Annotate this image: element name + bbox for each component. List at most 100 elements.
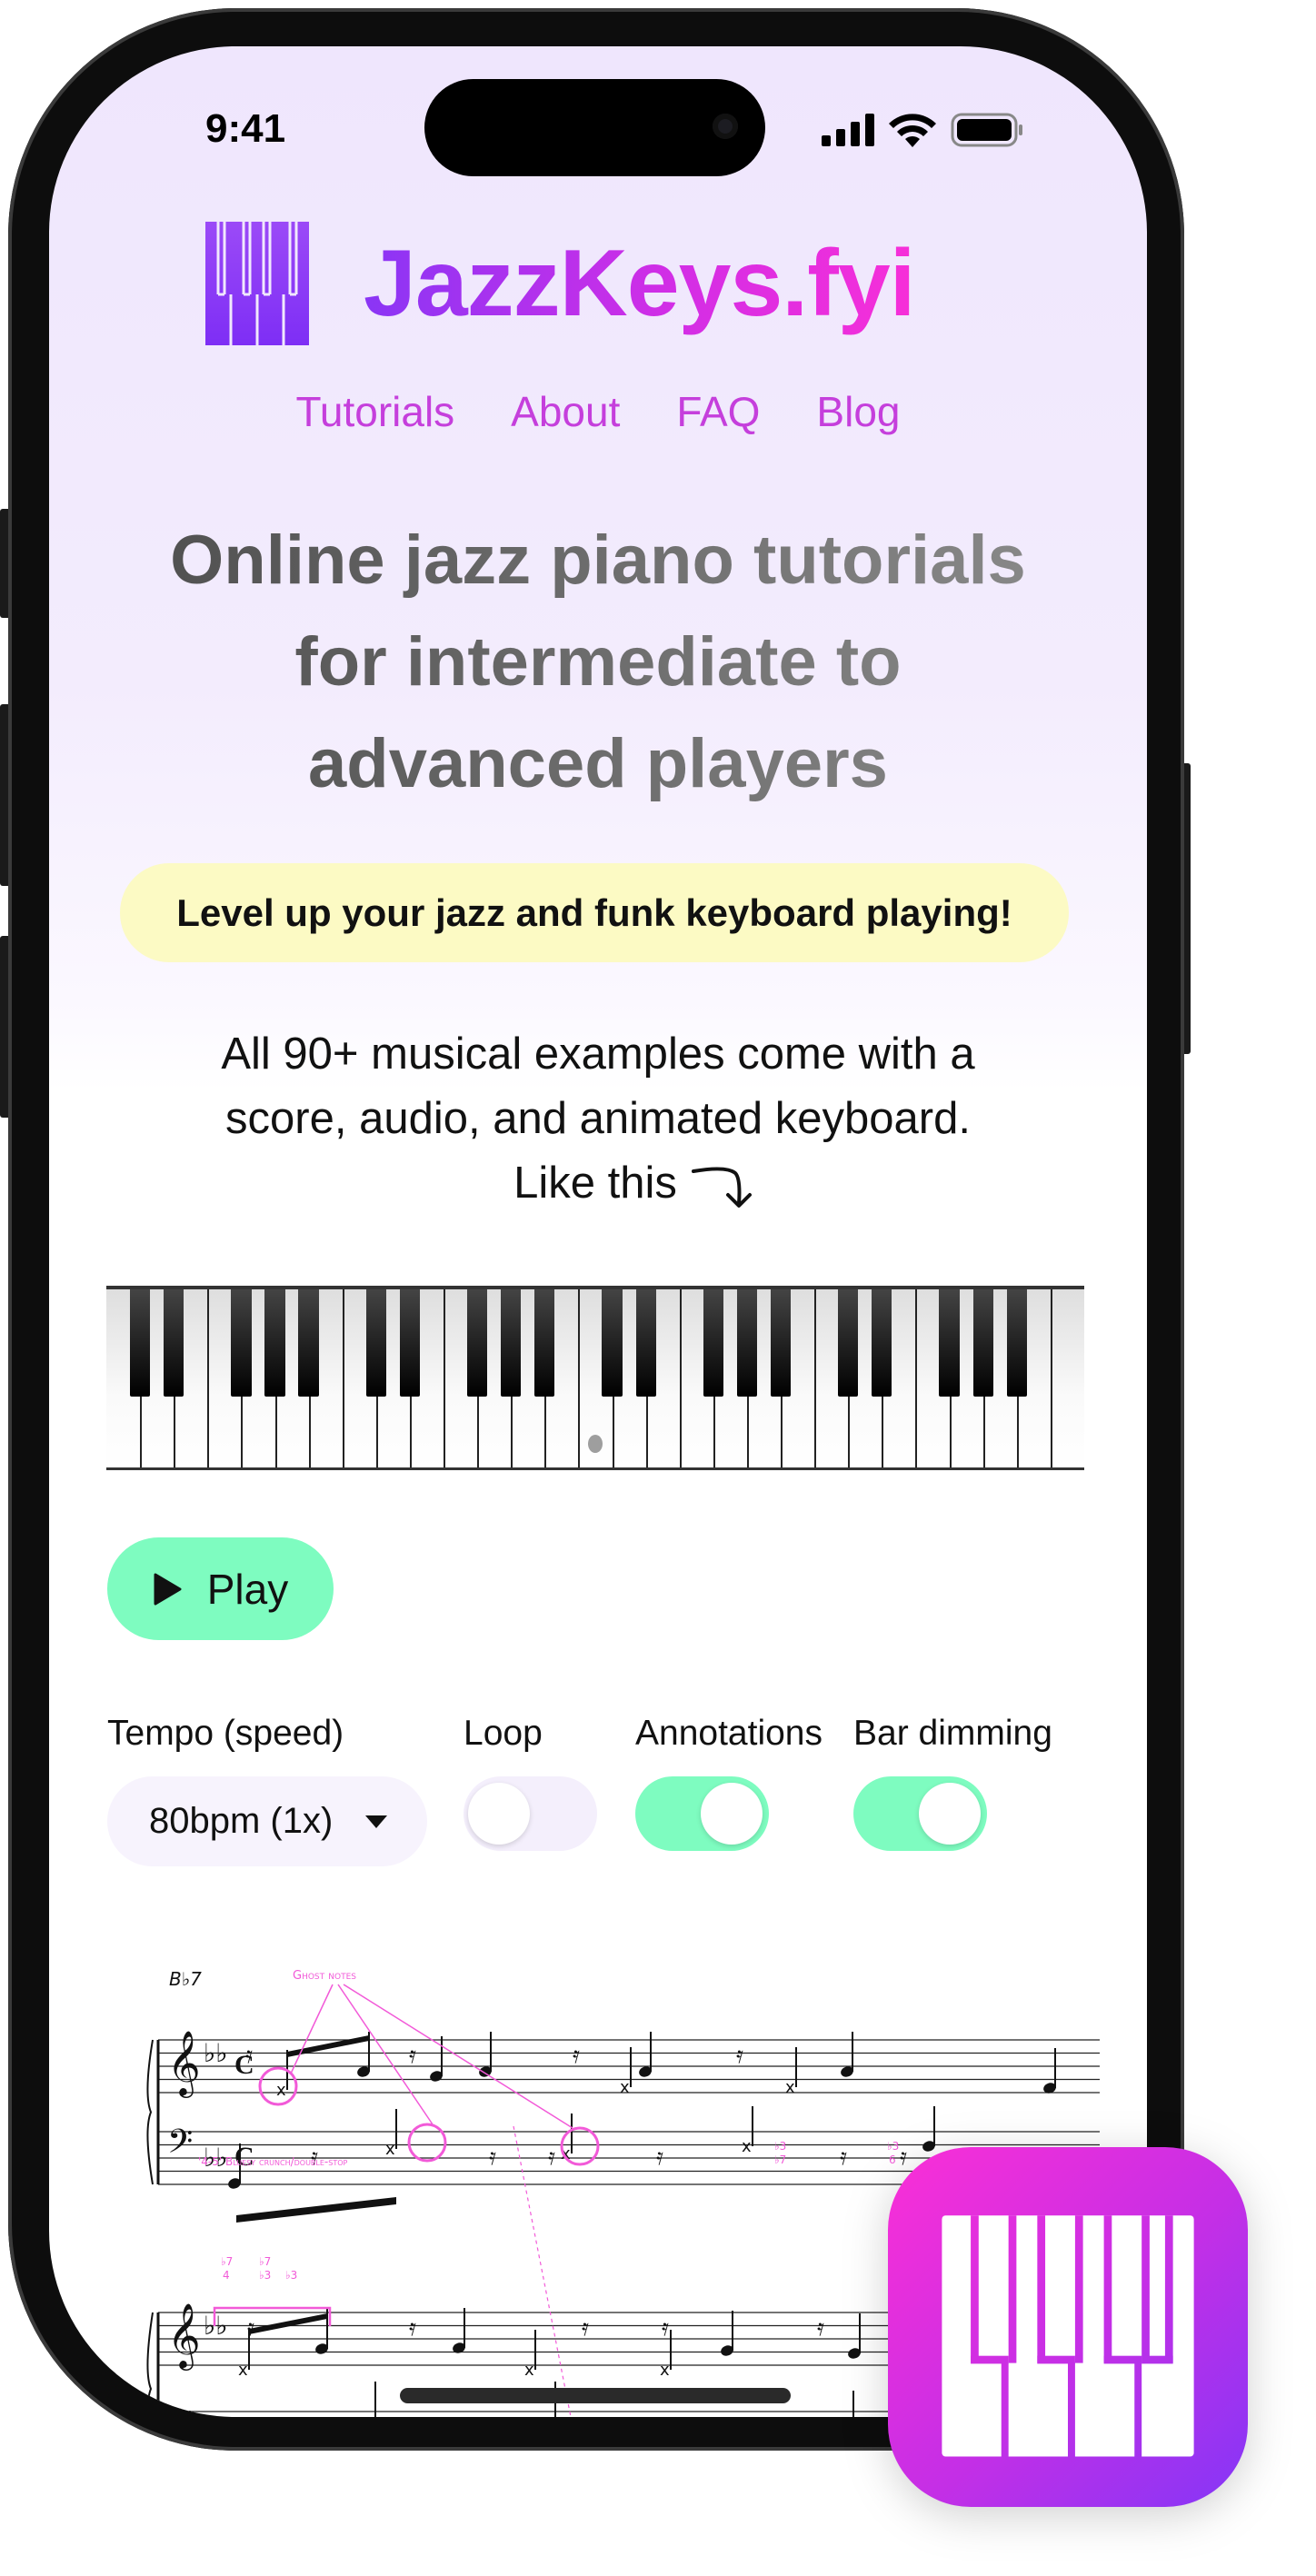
interval-label: ♭3 <box>259 2269 271 2282</box>
treble-clef: 𝄞 <box>167 2029 201 2098</box>
annotation-line <box>290 1984 334 2074</box>
playhead-line <box>513 2125 572 2417</box>
ghost-note: x <box>385 2140 395 2159</box>
key-signature: ♭♭ <box>204 2038 227 2068</box>
ghost-note: x <box>364 2412 374 2417</box>
ghost-note: x <box>785 2078 795 2097</box>
site-logo[interactable]: JazzKeys.fyi <box>205 222 916 345</box>
status-icons <box>822 112 1023 148</box>
black-key[interactable] <box>736 1289 758 1397</box>
animated-keyboard[interactable] <box>106 1286 1084 1470</box>
ghost-note-circle <box>407 2123 447 2163</box>
cellular-signal-icon <box>822 114 874 146</box>
rest: 𝄿 <box>409 2042 416 2069</box>
bass-clef: 𝄢 <box>167 2402 193 2417</box>
black-key[interactable] <box>298 1289 319 1397</box>
annotation-line <box>337 1984 434 2125</box>
key-marker-dot <box>588 1435 603 1453</box>
black-key[interactable] <box>703 1289 723 1397</box>
headline-line: advanced players <box>308 725 888 802</box>
ghost-note: x <box>524 2361 534 2380</box>
crunch-label: '4-5' Bluesy crunch/double-stop <box>198 2155 348 2168</box>
dynamic-island <box>424 79 765 176</box>
rest: 𝄿 <box>840 2143 847 2171</box>
black-key[interactable] <box>467 1289 488 1397</box>
rest: 𝄿 <box>817 2314 824 2342</box>
black-key[interactable] <box>872 1289 892 1397</box>
intro-line: All 90+ musical examples come with a <box>221 1029 975 1079</box>
treble-clef: 𝄞 <box>167 2302 201 2371</box>
ghost-note: x <box>660 2361 670 2380</box>
bar-dimming-toggle[interactable] <box>853 1776 987 1851</box>
black-key[interactable] <box>838 1289 859 1397</box>
camera-icon <box>713 114 738 139</box>
interval-label: ♭7 <box>774 2153 786 2166</box>
brace <box>146 2312 154 2417</box>
app-icon <box>888 2147 1248 2507</box>
play-label: Play <box>206 1565 289 1613</box>
black-key[interactable] <box>602 1289 623 1397</box>
tempo-label: Tempo (speed) <box>107 1714 344 1753</box>
black-key[interactable] <box>1006 1289 1027 1397</box>
ghost-note: x <box>238 2361 248 2380</box>
white-key[interactable] <box>1050 1289 1084 1467</box>
ghost-note: x <box>544 2412 554 2417</box>
play-button[interactable]: Play <box>107 1537 334 1640</box>
rest: 𝄿 <box>736 2042 743 2069</box>
rest: 𝄿 <box>573 2042 580 2069</box>
nav-about[interactable]: About <box>511 387 620 436</box>
rest: 𝄿 <box>582 2314 589 2342</box>
arrow-down-right-icon <box>691 1166 752 1208</box>
annotations-label: Annotations <box>635 1714 822 1753</box>
intro-line: Like this <box>122 1151 1147 1216</box>
loop-toggle[interactable] <box>464 1776 597 1851</box>
nav-blog[interactable]: Blog <box>816 387 900 436</box>
black-key[interactable] <box>129 1289 151 1397</box>
chord-symbol: B♭7 <box>169 1968 202 1990</box>
rest: 𝄿 <box>489 2143 496 2171</box>
annotations-toggle[interactable] <box>635 1776 769 1851</box>
black-key[interactable] <box>231 1289 252 1397</box>
interval-label: ♭3 <box>285 2269 297 2282</box>
headline-line: Online jazz piano tutorials <box>170 522 1026 599</box>
black-key[interactable] <box>365 1289 386 1397</box>
interval-label: ♭7 <box>221 2255 233 2268</box>
wifi-icon <box>889 114 936 147</box>
black-key[interactable] <box>972 1289 993 1397</box>
rest: 𝄿 <box>656 2143 663 2171</box>
rest: 𝄿 <box>662 2314 669 2342</box>
toggle-knob <box>919 1783 981 1845</box>
battery-icon <box>951 113 1022 147</box>
tagline-banner: Level up your jazz and funk keyboard pla… <box>120 863 1069 962</box>
page-headline: Online jazz piano tutorials for intermed… <box>49 510 1147 815</box>
caret-down-icon <box>365 1815 388 1828</box>
black-key[interactable] <box>770 1289 792 1397</box>
black-key[interactable] <box>501 1289 522 1397</box>
ghost-note: x <box>620 2078 630 2097</box>
toggle-knob <box>468 1783 530 1845</box>
nav-faq[interactable]: FAQ <box>676 387 760 436</box>
ghost-note: x <box>276 2081 286 2100</box>
black-key[interactable] <box>164 1289 184 1397</box>
black-key[interactable] <box>264 1289 285 1397</box>
home-indicator[interactable] <box>400 2388 791 2403</box>
headline-line: for intermediate to <box>294 623 902 701</box>
interval-label: ♭3 <box>774 2140 786 2153</box>
black-key[interactable] <box>635 1289 656 1397</box>
beam <box>249 2313 327 2334</box>
nav-tutorials[interactable]: Tutorials <box>295 387 454 436</box>
rest: 𝄿 <box>245 2042 253 2069</box>
toggle-knob <box>701 1783 763 1845</box>
status-time: 9:41 <box>205 106 286 151</box>
main-nav: Tutorials About FAQ Blog <box>49 387 1147 436</box>
brace <box>146 2039 154 2185</box>
phone-screen: 9:41 JazzKeys.fyi Tutorials About FAQ Bl… <box>49 46 1147 2417</box>
loop-label: Loop <box>464 1714 543 1753</box>
black-key[interactable] <box>939 1289 960 1397</box>
black-key[interactable] <box>399 1289 421 1397</box>
score-annotations: B♭7 Ghost notes '4-5' Bluesy crunch/doub… <box>169 1968 899 2282</box>
black-key[interactable] <box>534 1289 555 1397</box>
tempo-select[interactable]: 80bpm (1x) <box>107 1776 427 1866</box>
bar-dimming-label: Bar dimming <box>853 1714 1052 1753</box>
interval-label: 4 <box>223 2269 230 2282</box>
